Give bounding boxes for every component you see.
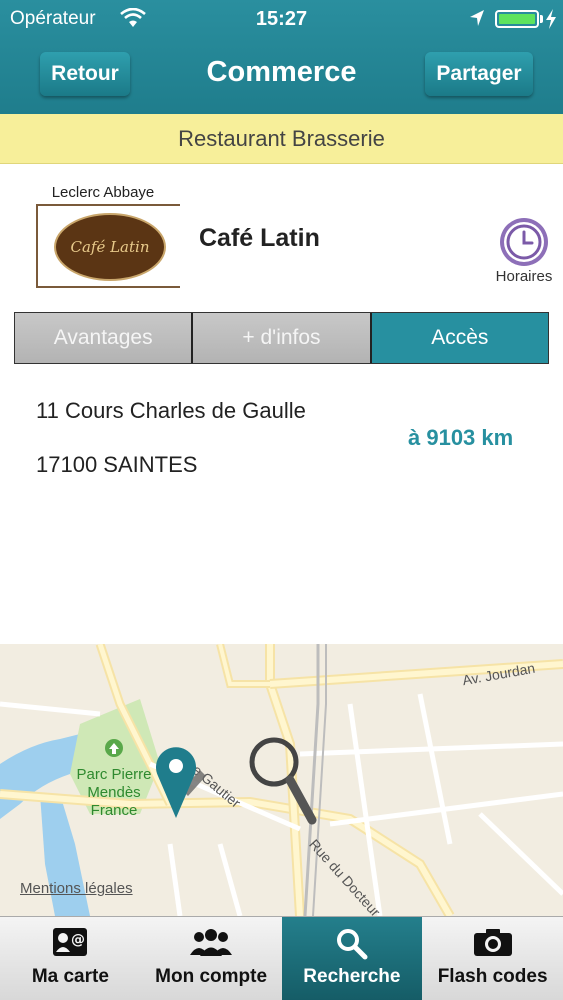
map-view[interactable]: Parc Pierre Mendès France Av. Jourdan Ru…	[0, 644, 563, 916]
svg-text:@: @	[71, 932, 85, 948]
tabbar-item-ma-carte[interactable]: @ Ma carte	[0, 917, 141, 1000]
clock-icon[interactable]	[498, 216, 550, 268]
address-line-1: 11 Cours Charles de Gaulle	[36, 398, 306, 423]
back-button[interactable]: Retour	[40, 52, 130, 96]
shop-logo: Leclerc Abbaye Café Latin	[26, 180, 180, 292]
camera-icon	[473, 929, 512, 956]
users-icon	[190, 929, 233, 956]
tabbar-item-recherche[interactable]: Recherche	[281, 917, 423, 1000]
address-line-2: 17100 SAINTES	[36, 452, 198, 477]
contact-card-icon: @	[53, 928, 88, 956]
location-arrow-icon	[470, 10, 484, 26]
park-label: Parc Pierre Mendès France	[76, 766, 152, 819]
tab-avantages[interactable]: Avantages	[15, 313, 194, 363]
battery-nub	[540, 15, 543, 23]
share-button[interactable]: Partager	[425, 52, 533, 96]
back-button-label: Retour	[51, 62, 119, 85]
category-banner: Restaurant Brasserie	[0, 114, 563, 164]
segmented-tabs: Avantages + d'infos Accès	[14, 312, 549, 364]
logo-oval: Café Latin	[54, 213, 166, 281]
logo-frame: Café Latin	[36, 204, 180, 288]
page-title: Commerce	[206, 56, 357, 88]
charging-bolt-icon	[546, 9, 556, 29]
tab-acces[interactable]: Accès	[371, 313, 548, 363]
mentions-legales-link[interactable]: Mentions légales	[20, 880, 133, 897]
status-bar: Opérateur 15:27	[0, 0, 563, 38]
header: Opérateur 15:27 Retour Commerce Partager	[0, 0, 563, 114]
map-pin-icon[interactable]	[152, 740, 212, 820]
share-button-label: Partager	[436, 62, 522, 85]
search-magnifier-icon	[249, 737, 317, 825]
search-icon	[336, 929, 368, 960]
logo-text: Café Latin	[70, 238, 150, 256]
tabbar-label: Flash codes	[437, 966, 548, 987]
tabbar-item-flash-codes[interactable]: Flash codes	[422, 917, 563, 1000]
logo-header-text: Leclerc Abbaye	[51, 184, 155, 201]
tabbar-item-mon-compte[interactable]: Mon compte	[141, 917, 282, 1000]
bottom-tab-bar: @ Ma carte Mon compte Recherche Flash co…	[0, 916, 563, 1000]
tabbar-label: Recherche	[303, 966, 401, 987]
shop-name: Café Latin	[199, 224, 320, 252]
battery-icon	[495, 10, 539, 28]
tabbar-label: Ma carte	[31, 966, 109, 987]
distance-label: à 9103 km	[408, 425, 514, 450]
hours-label[interactable]: Horaires	[488, 268, 560, 285]
tabbar-label: Mon compte	[155, 966, 268, 987]
tab-more-info[interactable]: + d'infos	[193, 313, 372, 363]
